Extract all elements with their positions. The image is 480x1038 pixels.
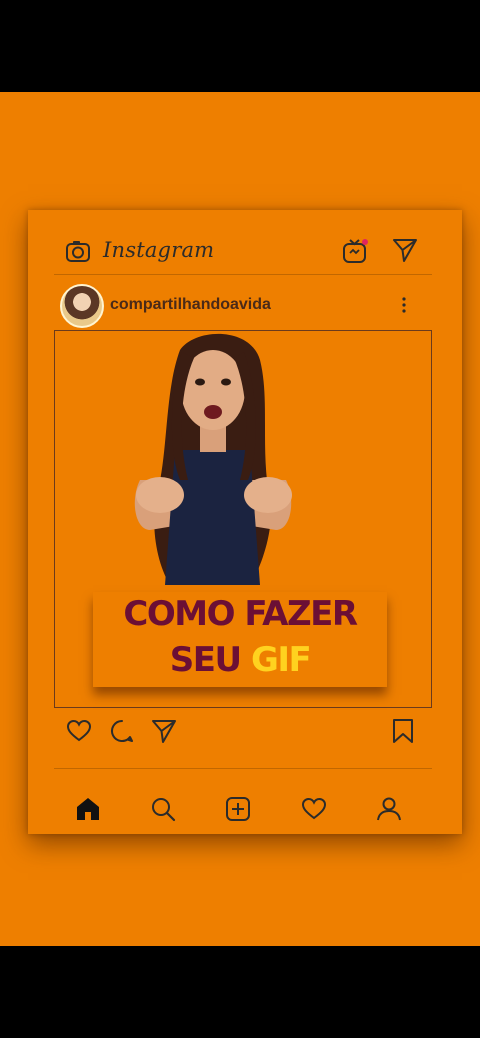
caption-line-2: SEU GIF [93,640,387,680]
heart-icon[interactable] [66,718,92,744]
presenter-photo [110,330,316,592]
bookmark-icon[interactable] [390,718,416,744]
post-actions [28,718,462,758]
nav-divider [54,768,432,769]
avatar[interactable] [60,284,104,328]
camera-icon[interactable] [64,238,92,266]
add-post-icon[interactable] [225,796,251,822]
comment-icon[interactable] [109,718,135,744]
activity-heart-icon[interactable] [301,796,327,822]
app-wordmark: Instagram [103,238,215,262]
bottom-nav [28,784,462,834]
igtv-icon[interactable] [341,237,369,265]
caption-highlight: GIF [250,640,312,680]
search-icon[interactable] [150,796,176,822]
caption-line-1: COMO FAZER [123,594,358,634]
home-icon[interactable] [75,796,101,822]
caption-banner: COMO FAZER SEU GIF [93,592,387,687]
direct-message-icon[interactable] [392,237,418,263]
more-icon[interactable] [398,294,410,316]
app-header: Instagram [28,210,462,274]
post-username[interactable]: compartilhandoavida [110,296,271,314]
caption-line-2-text: SEU [169,640,251,680]
profile-icon[interactable] [376,796,402,822]
share-icon[interactable] [151,718,177,744]
header-divider [54,274,432,275]
